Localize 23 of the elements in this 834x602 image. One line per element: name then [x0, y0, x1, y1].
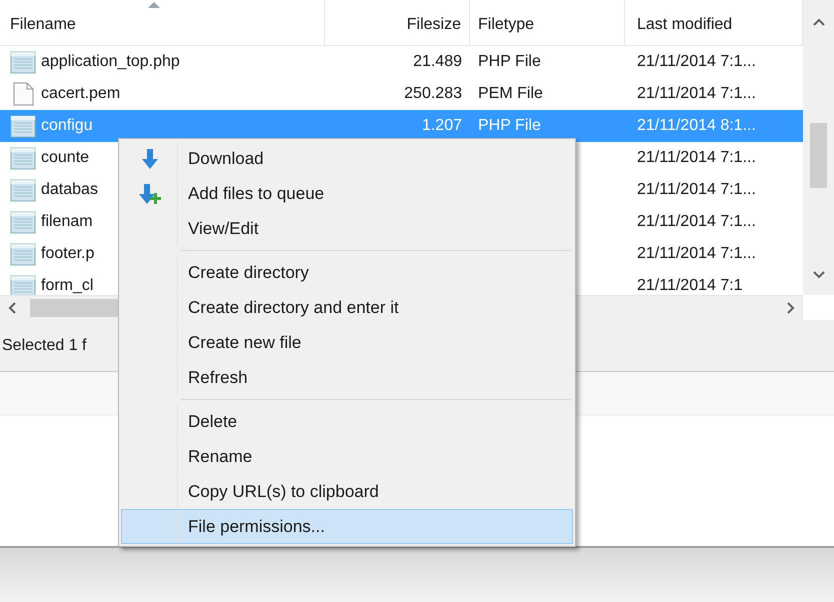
modified-date: 21/11/2014 7:1... — [637, 84, 756, 104]
file-name: footer.p — [41, 244, 94, 264]
file-type: PEM File — [478, 84, 543, 104]
file-name: databas — [41, 180, 98, 200]
modified-date: 21/11/2014 7:1... — [637, 180, 756, 200]
modified-date: 21/11/2014 7:1... — [637, 148, 756, 168]
status-text: Selected 1 f — [1, 336, 86, 356]
file-name: application_top.php — [41, 52, 180, 72]
modified-date: 21/11/2014 8:1... — [637, 116, 756, 136]
file-name: filenam — [41, 212, 93, 232]
file-name: counte — [41, 148, 90, 168]
modified-date: 21/11/2014 7:1... — [637, 212, 756, 232]
modified-date: 21/11/2014 7:1... — [637, 52, 756, 72]
modified-date: 21/11/2014 7:1 — [637, 276, 743, 295]
file-name: cacert.pem — [41, 84, 120, 104]
file-type: PHP File — [478, 52, 541, 72]
file-name: form_cl — [41, 276, 94, 295]
file-type: PHP File — [478, 116, 541, 136]
file-size: 21.489 — [413, 52, 462, 72]
file-size: 250.283 — [404, 84, 462, 104]
modified-date: 21/11/2014 7:1... — [637, 244, 756, 264]
file-size: 1.207 — [422, 116, 462, 136]
file-name: configu — [41, 116, 93, 136]
